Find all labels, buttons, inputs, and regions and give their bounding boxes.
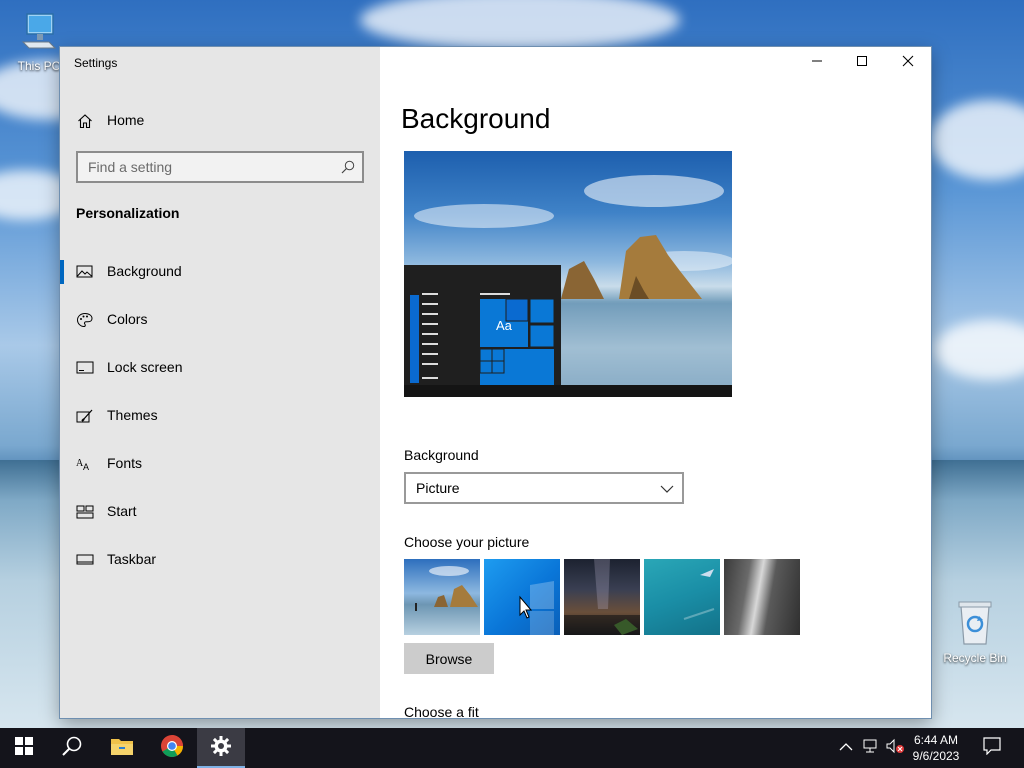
search-input[interactable]: Find a setting: [76, 151, 364, 183]
sidebar-item-lock-screen[interactable]: Lock screen: [60, 348, 380, 388]
sidebar-home-label: Home: [107, 112, 145, 128]
sidebar-item-background[interactable]: Background: [60, 252, 380, 292]
sidebar: Settings Home Find a setting Personaliza…: [60, 47, 380, 718]
settings-taskbar-button[interactable]: [197, 728, 245, 768]
wallpaper-cloud: [360, 0, 680, 50]
home-icon: [77, 113, 93, 134]
svg-text:A: A: [83, 462, 89, 472]
folder-icon: [110, 736, 134, 761]
chrome-icon: [160, 734, 184, 763]
sidebar-item-start[interactable]: Start: [60, 492, 380, 532]
preview-tile-text: Aa: [496, 318, 512, 333]
sidebar-item-label: Colors: [107, 311, 148, 327]
clock-date: 9/6/2023: [912, 749, 960, 763]
notification-icon: [983, 736, 1001, 760]
sidebar-item-home[interactable]: Home: [60, 103, 380, 137]
sidebar-item-label: Fonts: [107, 455, 143, 471]
picture-thumbnail[interactable]: [564, 559, 640, 635]
close-button[interactable]: [885, 47, 931, 79]
sidebar-item-taskbar[interactable]: Taskbar: [60, 540, 380, 580]
preview-start-menu: Aa: [404, 265, 561, 385]
settings-window: Settings Home Find a setting Personaliza…: [60, 47, 931, 718]
sidebar-item-colors[interactable]: Colors: [60, 300, 380, 340]
clock-time: 6:44 AM: [913, 733, 959, 747]
search-placeholder: Find a setting: [88, 159, 173, 175]
section-title: Personalization: [76, 205, 180, 221]
picture-thumbnails: [404, 559, 800, 635]
chevron-up-icon: [839, 739, 853, 757]
start-button[interactable]: [0, 728, 48, 768]
background-preview: Aa: [404, 151, 732, 397]
network-icon: [862, 738, 880, 759]
show-hidden-icons-button[interactable]: [836, 728, 856, 768]
themes-icon: [76, 408, 94, 424]
maximize-icon: [856, 54, 868, 72]
wallpaper-cloud: [935, 320, 1024, 380]
volume-muted-icon: [885, 738, 905, 759]
windows-logo-icon: [15, 736, 33, 760]
start-icon: [76, 504, 94, 520]
fonts-icon: AA: [76, 456, 94, 472]
volume-button[interactable]: [884, 728, 906, 768]
recycle-bin-icon: [940, 600, 1010, 649]
gear-icon: [210, 735, 232, 762]
taskbar: 6:44 AM 9/6/2023: [0, 728, 1024, 768]
taskbar-clock[interactable]: 6:44 AM 9/6/2023: [908, 732, 964, 764]
search-taskbar-button[interactable]: [48, 728, 96, 768]
desktop-icon-label: This PC: [17, 59, 61, 73]
palette-icon: [76, 312, 94, 328]
lock-screen-icon: [76, 360, 94, 376]
mouse-cursor: [519, 595, 533, 619]
search-icon: [61, 735, 83, 762]
sidebar-item-label: Taskbar: [107, 551, 157, 567]
image-icon: [76, 264, 94, 280]
browse-button[interactable]: Browse: [404, 643, 494, 674]
active-indicator: [60, 260, 64, 284]
page-title: Background: [401, 103, 551, 134]
network-status-button[interactable]: [860, 728, 882, 768]
sidebar-item-label: Themes: [107, 407, 158, 423]
window-title: Settings: [74, 56, 118, 70]
preview-taskbar: [404, 385, 732, 397]
choose-fit-label: Choose a fit: [404, 704, 479, 718]
sidebar-item-fonts[interactable]: AA Fonts: [60, 444, 380, 484]
sidebar-item-label: Start: [107, 503, 137, 519]
picture-thumbnail[interactable]: [644, 559, 720, 635]
choose-picture-label: Choose your picture: [404, 534, 530, 550]
picture-thumbnail[interactable]: [484, 559, 560, 635]
sidebar-item-label: Background: [107, 263, 182, 279]
picture-thumbnail[interactable]: [724, 559, 800, 635]
chevron-down-icon: [660, 482, 674, 500]
sidebar-item-themes[interactable]: Themes: [60, 396, 380, 436]
minimize-icon: [811, 54, 823, 72]
desktop-icon-recycle-bin[interactable]: Recycle Bin: [940, 600, 1010, 665]
main-content: Background Aa Background Picture Choose …: [380, 47, 931, 718]
maximize-button[interactable]: [839, 47, 885, 79]
background-dropdown-value: Picture: [416, 480, 460, 496]
wallpaper-cloud: [930, 100, 1024, 180]
sidebar-item-label: Lock screen: [107, 359, 183, 375]
close-icon: [902, 54, 914, 72]
taskbar-icon: [76, 552, 94, 568]
action-center-button[interactable]: [978, 728, 1006, 768]
desktop-icon-label: Recycle Bin: [943, 651, 1007, 665]
search-icon[interactable]: [340, 159, 356, 180]
background-label: Background: [404, 447, 479, 463]
file-explorer-button[interactable]: [98, 728, 146, 768]
picture-thumbnail[interactable]: [404, 559, 480, 635]
background-dropdown[interactable]: Picture: [404, 472, 684, 504]
chrome-button[interactable]: [148, 728, 196, 768]
minimize-button[interactable]: [794, 47, 840, 79]
